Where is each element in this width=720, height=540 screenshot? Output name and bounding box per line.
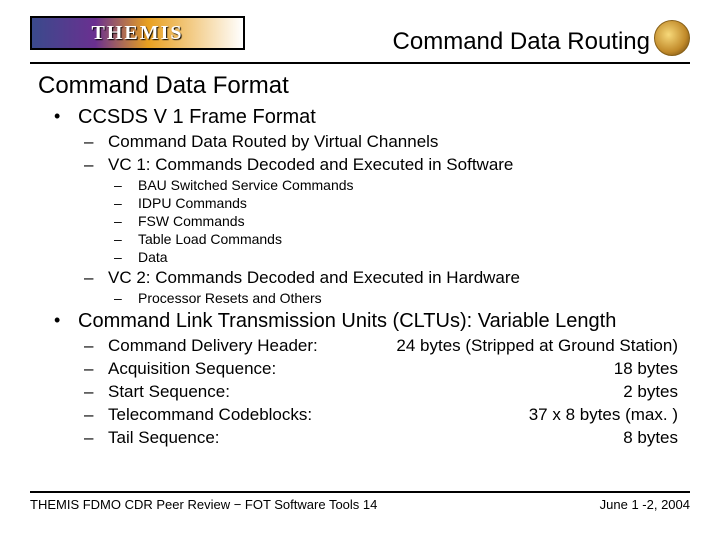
list-item: FSW Commands: [108, 213, 690, 229]
list-item: IDPU Commands: [108, 195, 690, 211]
list-item: Acquisition Sequence: 18 bytes: [78, 359, 690, 379]
footer-left: THEMIS FDMO CDR Peer Review − FOT Softwa…: [30, 497, 377, 512]
bullet-text: FSW Commands: [138, 213, 245, 229]
cltu-label: Tail Sequence:: [108, 428, 220, 447]
bullet-text: IDPU Commands: [138, 195, 247, 211]
cltu-value: 24 bytes (Stripped at Ground Station): [396, 336, 678, 356]
list-item: BAU Switched Service Commands: [108, 177, 690, 193]
bullet-text: BAU Switched Service Commands: [138, 177, 354, 193]
list-item: Data: [108, 249, 690, 265]
cltu-label: Telecommand Codeblocks:: [108, 405, 312, 424]
slide-body: Command Data Format CCSDS V 1 Frame Form…: [0, 64, 720, 448]
list-item: Telecommand Codeblocks: 37 x 8 bytes (ma…: [78, 405, 690, 425]
themis-logo-text: THEMIS: [91, 22, 183, 45]
list-item: Command Data Routed by Virtual Channels: [78, 132, 690, 152]
bullet-list: CCSDS V 1 Frame Format Command Data Rout…: [44, 106, 690, 448]
list-item: Start Sequence: 2 bytes: [78, 382, 690, 402]
slide-title: Command Data Routing: [393, 28, 650, 56]
slide: THEMIS Command Data Routing Command Data…: [0, 0, 720, 540]
mission-badge-icon: [654, 20, 690, 56]
footer-right: June 1 -2, 2004: [600, 497, 690, 512]
bullet-text: Data: [138, 249, 168, 265]
list-item: CCSDS V 1 Frame Format Command Data Rout…: [44, 106, 690, 306]
bullet-text: Table Load Commands: [138, 231, 282, 247]
list-item: VC 2: Commands Decoded and Executed in H…: [78, 268, 690, 306]
list-item: Command Delivery Header: 24 bytes (Strip…: [78, 336, 690, 356]
list-item: Processor Resets and Others: [108, 290, 690, 306]
cltu-label: Command Delivery Header:: [108, 336, 318, 355]
cltu-value: 8 bytes: [623, 428, 678, 448]
cltu-value: 18 bytes: [614, 359, 678, 379]
cltu-label: Start Sequence:: [108, 382, 230, 401]
section-title: Command Data Format: [38, 72, 690, 100]
slide-header: THEMIS Command Data Routing: [30, 0, 690, 64]
cltu-label: Acquisition Sequence:: [108, 359, 276, 378]
bullet-text: Processor Resets and Others: [138, 290, 322, 306]
list-item: Tail Sequence: 8 bytes: [78, 428, 690, 448]
bullet-text: VC 2: Commands Decoded and Executed in H…: [108, 268, 520, 287]
bullet-text: CCSDS V 1 Frame Format: [78, 106, 316, 128]
bullet-text: VC 1: Commands Decoded and Executed in S…: [108, 155, 513, 174]
themis-logo: THEMIS: [30, 16, 245, 50]
list-item: Command Link Transmission Units (CLTUs):…: [44, 310, 690, 448]
slide-footer: THEMIS FDMO CDR Peer Review − FOT Softwa…: [30, 491, 690, 512]
list-item: Table Load Commands: [108, 231, 690, 247]
bullet-text: Command Link Transmission Units (CLTUs):…: [78, 310, 616, 332]
cltu-value: 37 x 8 bytes (max. ): [529, 405, 678, 425]
bullet-text: Command Data Routed by Virtual Channels: [108, 132, 438, 151]
cltu-value: 2 bytes: [623, 382, 678, 402]
list-item: VC 1: Commands Decoded and Executed in S…: [78, 155, 690, 265]
